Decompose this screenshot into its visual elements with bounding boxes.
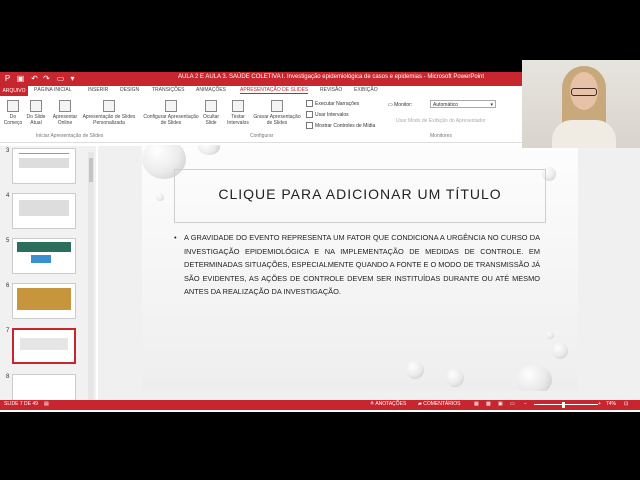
slide-title: Clique para adicionar um título [218,186,502,202]
present-icon[interactable]: ▭ [56,74,65,83]
water-drop-decoration [446,369,464,387]
group-label-setup: Configurar [250,133,274,139]
tab-design[interactable]: DESIGN [120,87,139,93]
window-title: AULA 2 E AULA 3. SAÚDE COLETIVA I. Inves… [178,74,485,80]
glasses-icon [571,88,597,96]
rehearse-timings-button[interactable]: Testar Intervalos [224,100,252,126]
record-slide-show-button[interactable]: Gravar Apresentação de Slides [250,100,304,126]
presenter-view-checkbox[interactable]: Usar Modo de Exibição do Apresentador [396,118,486,124]
presenter-body [552,120,616,148]
slide-body-text[interactable]: • A gravidade do evento representa um fa… [174,231,540,299]
present-online-button[interactable]: Apresentar Online [50,100,80,126]
current-slide[interactable]: Clique para adicionar um título • A grav… [142,145,578,391]
setup-show-icon [165,100,177,112]
from-current-slide-button[interactable]: Do Slide Atual [25,100,47,126]
checkbox-checked-icon [306,100,313,107]
slide-thumbnail-4[interactable] [12,193,76,229]
water-drop-decoration [156,193,164,201]
show-media-controls-checkbox[interactable]: Mostrar Controles de Mídia [306,122,375,129]
slide-thumbnails-pane: 3 4 5 6 7 8 [0,146,96,402]
slide-thumbnail-7[interactable] [12,328,76,364]
tab-home[interactable]: PÁGINA INICIAL [34,87,72,93]
slide-thumbnail-3[interactable] [12,148,76,184]
reading-view-icon[interactable]: ▣ [498,401,503,407]
tab-slide-show[interactable]: APRESENTAÇÃO DE SLIDES [240,87,309,94]
save-icon[interactable]: ▣ [16,74,25,83]
slide-thumbnail-8[interactable] [12,374,76,402]
slideshow-view-icon[interactable]: ▭ [510,401,515,407]
use-timings-checkbox[interactable]: Usar Intervalos [306,111,349,118]
present-online-icon [59,100,71,112]
water-drop-decoration [516,365,552,391]
status-bar: SLIDE 7 DE 49 ▤ ≙ ANOTAÇÕES ▰ COMENTÁRIO… [0,400,640,410]
undo-icon[interactable]: ↶ [30,74,39,83]
monitor-select[interactable]: Automático ▾ [430,100,496,108]
group-label-monitors: Monitores [430,133,452,139]
thumbnail-number: 5 [6,238,10,244]
from-beginning-button[interactable]: Do Começo [2,100,24,126]
thumbnail-number: 7 [6,328,10,334]
thumbnail-number: 6 [6,283,10,289]
thumbnails-scrollbar[interactable] [88,152,94,402]
customize-toolbar-icon[interactable]: ▾ [68,74,77,83]
water-drop-decoration [552,343,568,359]
checkbox-checked-icon [306,122,313,129]
water-drop-decoration [546,331,554,339]
webcam-overlay [522,60,640,148]
slide-thumbnail-5[interactable] [12,238,76,274]
water-drop-decoration [406,361,424,379]
tab-file[interactable]: ARQUIVO [0,86,28,96]
bullet-icon: • [174,233,177,242]
group-label-start: Iniciar Apresentação de Slides [36,133,104,139]
monitor-label: ▭ Monitor: [388,102,413,108]
comments-button[interactable]: ▰ COMENTÁRIOS [418,401,460,407]
checkbox-icon [306,111,313,118]
slide-thumbnail-6[interactable] [12,283,76,319]
slideshow-current-icon [30,100,42,112]
zoom-slider-knob[interactable] [562,402,565,408]
tab-transitions[interactable]: TRANSIÇÕES [152,87,185,93]
tab-animations[interactable]: ANIMAÇÕES [196,87,226,93]
record-icon [271,100,283,112]
fit-slide-icon[interactable]: ⊡ [624,401,628,407]
hide-slide-icon [205,100,217,112]
redo-icon[interactable]: ↷ [42,74,51,83]
chevron-down-icon: ▾ [490,102,493,108]
tab-review[interactable]: REVISÃO [320,87,342,93]
set-up-slide-show-button[interactable]: Configurar Apresentação de Slides [142,100,200,126]
powerpoint-logo-icon: P [4,74,11,83]
zoom-level[interactable]: 74% [606,401,616,407]
hide-slide-button[interactable]: Ocultar Slide [200,100,222,126]
thumbnail-number: 4 [6,193,10,199]
slide-sorter-icon[interactable]: ▩ [486,401,491,407]
thumbnail-number: 8 [6,374,10,380]
zoom-in-icon[interactable]: + [598,401,601,407]
play-narrations-checkbox[interactable]: Executar Narrações [306,100,359,107]
timer-icon [232,100,244,112]
custom-show-icon [103,100,115,112]
scrollbar-thumb[interactable] [89,158,93,182]
title-placeholder[interactable]: Clique para adicionar um título [174,169,546,223]
slide-counter: SLIDE 7 DE 49 [4,401,38,407]
slideshow-start-icon [7,100,19,112]
notes-button[interactable]: ≙ ANOTAÇÕES [370,401,406,407]
water-drop-decoration [198,145,220,155]
tab-insert[interactable]: INSERIR [88,87,108,93]
normal-view-icon[interactable]: ▦ [474,401,479,407]
thumbnail-number: 3 [6,148,10,154]
custom-slide-show-button[interactable]: Apresentação de Slides Personalizada [80,100,138,126]
zoom-slider[interactable] [534,404,598,405]
zoom-out-icon[interactable]: − [524,401,527,407]
spell-check-icon[interactable]: ▤ [44,401,49,407]
tab-view[interactable]: EXIBIÇÃO [354,87,378,93]
